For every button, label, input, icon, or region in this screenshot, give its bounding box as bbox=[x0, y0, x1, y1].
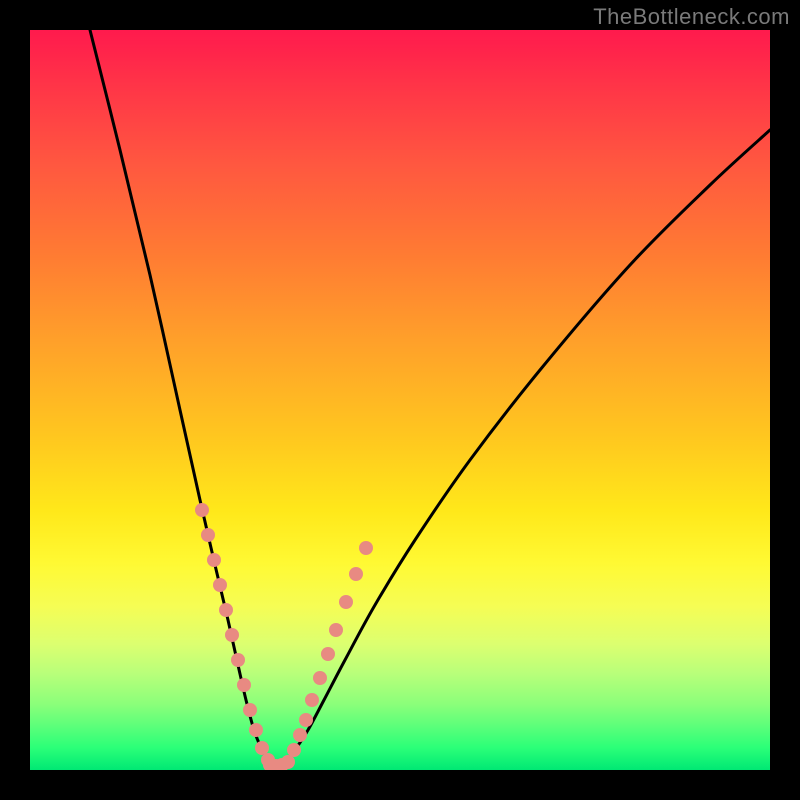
data-marker bbox=[339, 595, 353, 609]
data-marker bbox=[225, 628, 239, 642]
chart-svg bbox=[30, 30, 770, 770]
data-marker bbox=[293, 728, 307, 742]
data-marker bbox=[219, 603, 233, 617]
curve-right-branch bbox=[285, 130, 770, 765]
watermark-text: TheBottleneck.com bbox=[593, 4, 790, 30]
data-marker bbox=[299, 713, 313, 727]
data-marker bbox=[207, 553, 221, 567]
data-marker bbox=[231, 653, 245, 667]
data-marker bbox=[313, 671, 327, 685]
data-marker bbox=[287, 743, 301, 757]
data-marker bbox=[195, 503, 209, 517]
data-marker bbox=[359, 541, 373, 555]
data-marker bbox=[255, 741, 269, 755]
data-marker bbox=[237, 678, 251, 692]
data-marker bbox=[305, 693, 319, 707]
data-marker bbox=[349, 567, 363, 581]
data-marker bbox=[321, 647, 335, 661]
data-marker bbox=[243, 703, 257, 717]
data-marker bbox=[329, 623, 343, 637]
data-marker bbox=[249, 723, 263, 737]
data-marker bbox=[201, 528, 215, 542]
curve-left-branch bbox=[90, 30, 270, 765]
data-marker bbox=[213, 578, 227, 592]
chart-frame: TheBottleneck.com bbox=[0, 0, 800, 800]
plot-area bbox=[30, 30, 770, 770]
